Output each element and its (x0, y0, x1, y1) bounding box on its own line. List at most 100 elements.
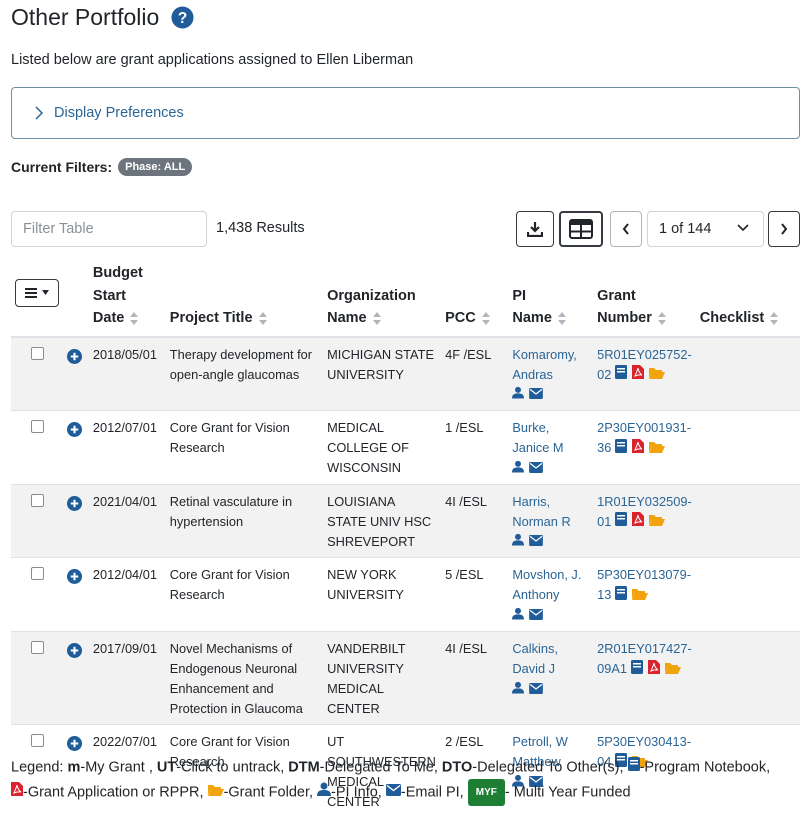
grants-table: Budget Start Date Project Title Organiza… (11, 258, 800, 815)
expand-row-icon[interactable] (67, 643, 82, 658)
expand-row-icon[interactable] (67, 348, 82, 364)
pi-info-icon[interactable] (512, 606, 525, 626)
expand-row-icon[interactable] (67, 736, 82, 751)
sort-icon (557, 311, 566, 325)
expand-header (63, 258, 89, 338)
folder-icon (207, 781, 224, 804)
pi-info-icon[interactable] (512, 385, 525, 405)
pi-name-link[interactable]: Movshon, J. Anthony (512, 567, 581, 602)
header-project-title[interactable]: Project Title (165, 258, 324, 338)
pcc-cell: 4I /ESL (441, 483, 509, 558)
grant-number-cell: 2P30EY001931-36 (593, 410, 696, 485)
table-row: 2017/09/01 Novel Mechanisms of Endogenous… (11, 631, 800, 725)
chevron-down-icon (737, 224, 749, 232)
legend: Legend: m-My Grant , UT-Click to untrack… (11, 756, 806, 807)
svg-text:?: ? (178, 10, 187, 27)
organization-cell: LOUISIANA STATE UNIV HSC SHREVEPORT (323, 483, 442, 558)
table-view-button[interactable] (559, 211, 603, 247)
checklist-cell (695, 410, 800, 485)
row-checkbox[interactable] (31, 567, 44, 581)
pi-info-icon (317, 781, 332, 804)
prev-page-button[interactable] (610, 211, 642, 247)
notebook-icon[interactable] (614, 512, 627, 532)
pdf-icon[interactable] (631, 438, 644, 459)
page-subtitle: Listed below are grant applications assi… (11, 52, 414, 68)
folder-icon[interactable] (664, 660, 681, 680)
column-menu-header (11, 258, 63, 338)
page-select-value: 1 of 144 (659, 221, 712, 237)
folder-icon[interactable] (648, 512, 665, 532)
display-preferences-label: Display Preferences (54, 105, 184, 121)
pi-info-icon[interactable] (512, 459, 525, 479)
pcc-cell: 1 /ESL (441, 410, 509, 485)
help-icon[interactable]: ? (171, 6, 194, 29)
organization-cell: MEDICAL COLLEGE OF WISCONSIN (323, 410, 442, 485)
notebook-icon[interactable] (614, 586, 627, 606)
column-menu-button[interactable] (15, 278, 59, 307)
sort-icon (372, 311, 381, 325)
header-organization-name[interactable]: Organization Name (323, 258, 442, 338)
project-title-cell: Retinal vasculature in hypertension (165, 483, 324, 558)
header-pi-name[interactable]: PI Name (508, 258, 594, 338)
budget-start-date-cell: 2017/09/01 (88, 631, 166, 725)
download-button[interactable] (516, 211, 554, 247)
next-page-button[interactable] (768, 211, 800, 247)
header-budget-start-date[interactable]: Budget Start Date (88, 258, 166, 338)
pi-info-icon[interactable] (512, 532, 525, 552)
header-pcc[interactable]: PCC (441, 258, 509, 338)
row-checkbox[interactable] (31, 420, 44, 434)
pi-name-link[interactable]: Harris, Norman R (512, 494, 570, 529)
expand-row-icon[interactable] (67, 569, 82, 585)
filter-badge-phase[interactable]: Phase: ALL (118, 158, 193, 176)
sort-icon (481, 311, 490, 325)
pdf-icon[interactable] (631, 512, 644, 532)
pi-info-icon[interactable] (512, 680, 525, 700)
notebook-icon[interactable] (614, 438, 627, 459)
email-icon[interactable] (529, 606, 544, 626)
project-title-cell: Therapy development for open-angle glauc… (165, 335, 324, 411)
email-icon[interactable] (529, 680, 544, 700)
pi-name-link[interactable]: Burke, Janice M (512, 420, 563, 455)
row-checkbox[interactable] (31, 734, 44, 747)
expand-row-icon[interactable] (67, 422, 82, 438)
budget-start-date-cell: 2012/07/01 (88, 410, 166, 485)
filters-label: Current Filters: (11, 159, 113, 175)
pdf-icon[interactable] (631, 365, 644, 385)
folder-icon[interactable] (648, 439, 665, 459)
pcc-cell: 4F /ESL (441, 335, 509, 411)
folder-icon[interactable] (631, 586, 648, 606)
organization-cell: MICHIGAN STATE UNIVERSITY (323, 335, 442, 411)
page-select[interactable]: 1 of 144 (647, 211, 764, 247)
pi-name-link[interactable]: Calkins, David J (512, 641, 558, 676)
chevron-right-icon (35, 106, 44, 120)
email-icon[interactable] (529, 459, 544, 479)
notebook-icon[interactable] (630, 659, 643, 680)
header-checklist[interactable]: Checklist (695, 258, 800, 338)
display-preferences-toggle[interactable]: Display Preferences (11, 87, 800, 139)
project-title-cell: Novel Mechanisms of Endogenous Neuronal … (165, 631, 324, 725)
row-checkbox[interactable] (31, 641, 44, 654)
filter-table-input[interactable] (11, 211, 207, 247)
pdf-icon[interactable] (647, 659, 660, 680)
sort-icon (770, 311, 779, 325)
budget-start-date-cell: 2021/04/01 (88, 483, 166, 558)
results-count: 1,438 Results (216, 220, 305, 236)
page-title: Other Portfolio (11, 4, 160, 30)
project-title-cell: Core Grant for Vision Research (165, 410, 324, 485)
folder-icon[interactable] (648, 365, 665, 385)
pi-name-link[interactable]: Komaromy, Andras (512, 347, 576, 382)
row-checkbox[interactable] (31, 493, 44, 507)
expand-row-icon[interactable] (67, 495, 82, 511)
sort-icon (258, 311, 267, 325)
notebook-icon[interactable] (614, 365, 627, 385)
sort-icon (130, 311, 139, 325)
email-icon[interactable] (529, 385, 544, 405)
row-checkbox[interactable] (31, 346, 44, 360)
email-icon[interactable] (529, 532, 544, 552)
page-header: Other Portfolio ? (11, 4, 194, 31)
pcc-cell: 5 /ESL (441, 557, 509, 632)
organization-cell: NEW YORK UNIVERSITY (323, 557, 442, 632)
table-row: 2021/04/01 Retinal vasculature in hyperte… (11, 483, 800, 558)
grant-number-cell: 5R01EY025752-02 (593, 335, 696, 411)
header-grant-number[interactable]: Grant Number (593, 258, 696, 338)
